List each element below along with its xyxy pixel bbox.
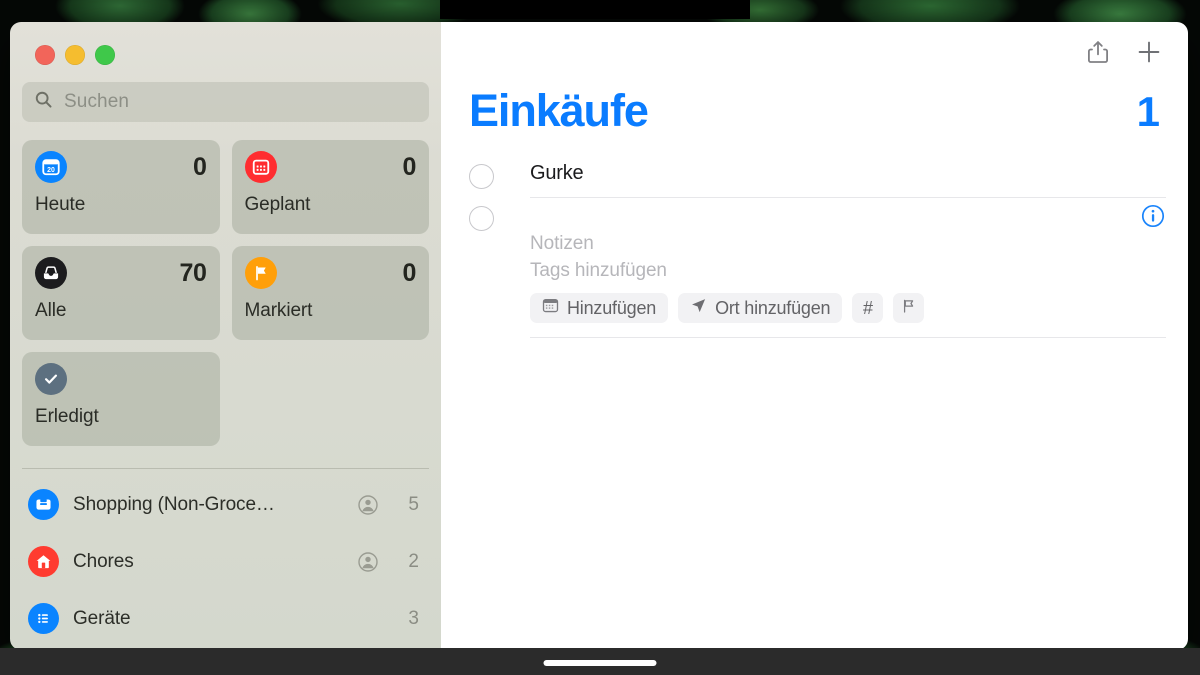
hash-icon: # <box>862 297 873 318</box>
page-title: Einkäufe <box>469 85 649 136</box>
smart-list-geplant[interactable]: 0 Geplant <box>231 140 429 234</box>
reminder-title: Gurke <box>530 162 584 184</box>
clipped-top-strip <box>440 0 750 19</box>
main-content: Einkäufe 1 Gurke Notizen Tags hinzufügen… <box>441 22 1188 650</box>
list-item-count: 2 <box>408 550 419 572</box>
flag-icon <box>244 257 277 289</box>
search-icon <box>34 90 53 114</box>
add-date-chip[interactable]: Hinzufügen <box>530 293 669 324</box>
list-item-geraete[interactable]: Geräte 3 <box>22 590 429 647</box>
flag-outline-icon <box>901 298 916 319</box>
add-date-chip-label: Hinzufügen <box>567 297 657 318</box>
calendar-icon <box>542 297 559 319</box>
list-item-shopping[interactable]: Shopping (Non-Groce… 5 <box>22 476 429 533</box>
smart-list-alle[interactable]: 70 Alle <box>22 246 220 340</box>
sidebar-divider <box>22 468 429 469</box>
info-circle-icon[interactable] <box>1140 203 1166 234</box>
minimize-button[interactable] <box>65 45 85 65</box>
smart-list-label: Markiert <box>244 300 313 321</box>
smart-list-count: 0 <box>402 152 416 181</box>
smart-list-markiert[interactable]: 0 Markiert <box>231 246 429 340</box>
reminders-list: Gurke Notizen Tags hinzufügen Hinzufügen… <box>469 161 1166 339</box>
smart-list-count: 0 <box>402 258 416 287</box>
reminder-title-input[interactable] <box>530 203 1166 231</box>
smart-list-label: Erledigt <box>35 406 99 427</box>
list-item-count: 3 <box>408 607 419 629</box>
shared-person-icon <box>357 551 379 573</box>
smart-list-erledigt[interactable]: Erledigt <box>22 352 220 446</box>
search-placeholder: Suchen <box>64 91 130 112</box>
reminder-row[interactable]: Gurke <box>469 161 1166 198</box>
smart-list-count: 70 <box>179 258 207 287</box>
smart-lists-grid: 20 0 Heute 0 Geplant 70 Alle 0 Markiert … <box>22 140 429 446</box>
list-item-label: Chores <box>73 550 134 572</box>
list-count-badge: 1 <box>1136 88 1160 135</box>
location-arrow-icon <box>690 297 707 319</box>
smart-list-heute[interactable]: 20 0 Heute <box>22 140 220 234</box>
smart-list-label: Alle <box>35 300 67 321</box>
notes-placeholder[interactable]: Notizen <box>530 231 1166 257</box>
home-indicator[interactable] <box>543 660 657 666</box>
house-icon <box>28 546 59 577</box>
shared-person-icon <box>357 494 379 516</box>
reminder-checkbox[interactable] <box>469 206 494 231</box>
close-button[interactable] <box>35 45 55 65</box>
list-item-label: Geräte <box>73 607 131 629</box>
wallet-icon <box>28 489 59 520</box>
list-item-count: 5 <box>408 493 419 515</box>
search-input[interactable]: Suchen <box>22 82 429 122</box>
zoom-button[interactable] <box>95 45 115 65</box>
calendar-grid-icon <box>244 151 277 183</box>
system-bottom-bar <box>0 648 1200 675</box>
add-flag-chip[interactable] <box>893 293 925 324</box>
reminder-row-editing[interactable]: Notizen Tags hinzufügen Hinzufügen Ort h… <box>469 203 1166 339</box>
user-lists: Shopping (Non-Groce… 5 Chores 2 Geräte 3 <box>22 476 429 647</box>
reminders-window: Suchen 20 0 Heute 0 Geplant 70 Alle 0 Ma… <box>10 22 1188 650</box>
desktop-wallpaper: Suchen 20 0 Heute 0 Geplant 70 Alle 0 Ma… <box>0 0 1200 675</box>
smart-list-label: Heute <box>35 194 86 215</box>
add-tag-chip[interactable]: # <box>852 293 884 324</box>
add-reminder-button[interactable] <box>1136 39 1162 65</box>
window-traffic-lights <box>22 22 429 65</box>
bullet-list-icon <box>28 603 59 634</box>
svg-text:20: 20 <box>47 167 55 174</box>
main-toolbar <box>469 22 1166 82</box>
reminder-checkbox[interactable] <box>469 164 494 189</box>
smart-list-label: Geplant <box>244 194 311 215</box>
add-location-chip-label: Ort hinzufügen <box>715 297 831 318</box>
list-item-label: Shopping (Non-Groce… <box>73 493 275 515</box>
quick-action-chips: Hinzufügen Ort hinzufügen # <box>530 293 1166 324</box>
list-item-chores[interactable]: Chores 2 <box>22 533 429 590</box>
list-header: Einkäufe 1 <box>469 82 1166 133</box>
add-location-chip[interactable]: Ort hinzufügen <box>678 293 843 324</box>
share-button[interactable] <box>1086 39 1110 65</box>
inbox-tray-icon <box>35 257 67 289</box>
smart-list-count: 0 <box>192 152 207 181</box>
calendar-day-icon: 20 <box>35 151 67 183</box>
sidebar: Suchen 20 0 Heute 0 Geplant 70 Alle 0 Ma… <box>10 22 441 650</box>
checkmark-circle-icon <box>35 363 67 395</box>
tags-placeholder[interactable]: Tags hinzufügen <box>530 258 1166 284</box>
